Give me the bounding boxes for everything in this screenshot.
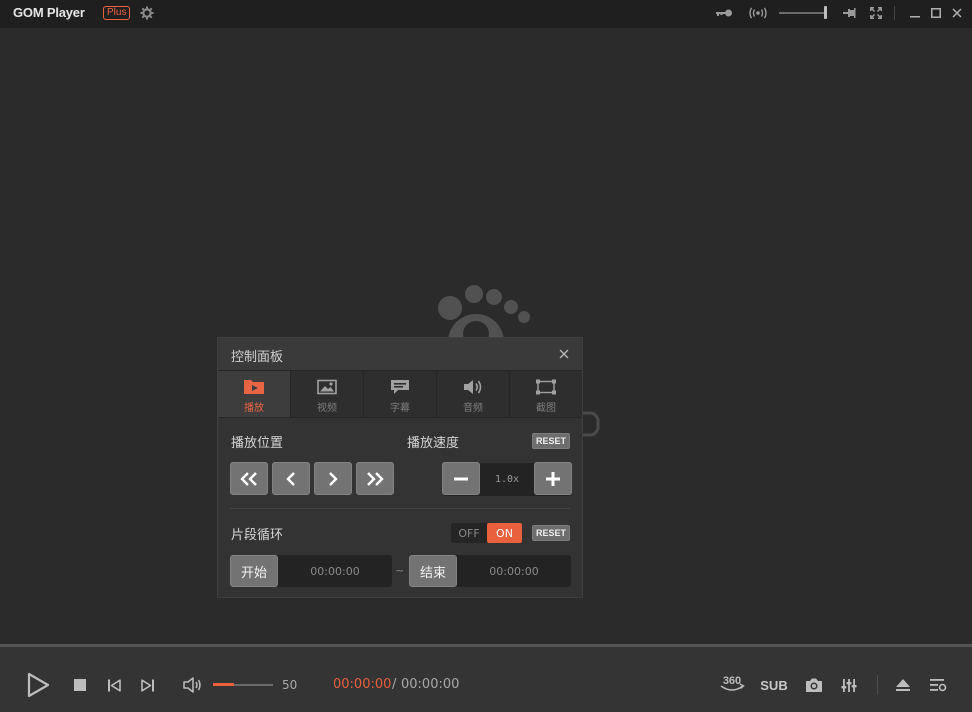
loop-end-button[interactable]: 结束 (409, 555, 457, 587)
segment-loop-label: 片段循环 (231, 528, 284, 543)
volume-value: 50 (282, 678, 298, 692)
loop-end-box: 结束 00:00:00 (409, 555, 571, 587)
play-icon (27, 672, 50, 698)
total-time: 00:00:00 (401, 677, 460, 692)
previous-button[interactable] (106, 677, 122, 693)
app-logo: GOM Player (13, 5, 85, 20)
image-tab-icon (317, 379, 337, 395)
equalizer-icon (841, 679, 857, 692)
eject-icon (896, 679, 910, 691)
loop-toggle[interactable]: OFF ON (451, 523, 522, 543)
titlebar-separator (894, 6, 895, 20)
speed-control: 1.0x (442, 462, 572, 496)
control-panel-title: 控制面板 (231, 350, 284, 365)
tab-label: 视频 (317, 403, 337, 414)
eject-button[interactable] (893, 675, 913, 695)
playlist-button[interactable] (927, 675, 949, 695)
current-time: 00:00:00 (333, 677, 392, 692)
plus-icon (546, 471, 560, 486)
playback-position-label: 播放位置 (231, 436, 284, 451)
forward-fast-button[interactable] (356, 462, 394, 495)
vr-360-button[interactable]: 360 (718, 671, 746, 697)
range-tilde: ~ (395, 564, 405, 577)
chevron-right-icon (329, 471, 338, 486)
pin-icon[interactable] (841, 5, 857, 21)
panel-divider (230, 508, 570, 509)
speed-decrease-button[interactable] (442, 462, 480, 495)
settings-gear-icon[interactable] (139, 5, 155, 21)
tab-label: 字幕 (390, 403, 410, 414)
control-panel-tabs: 播放 视频 字幕 音频 截图 (218, 370, 582, 418)
control-panel: 控制面板 播放 视频 字幕 音频 截图 播放位置 播放速度 RESET 1.0x… (217, 337, 583, 598)
control-panel-button[interactable] (839, 675, 859, 695)
tab-label: 音频 (463, 403, 483, 414)
loop-toggle-off[interactable]: OFF (451, 523, 487, 543)
capture-tab-icon (536, 379, 556, 395)
speaker-icon (183, 677, 201, 693)
tab-playback[interactable]: 播放 (218, 371, 291, 417)
volume-slider[interactable] (213, 683, 273, 686)
bottom-control-bar: 50 00:00:00 / 00:00:00 360 SUB (0, 644, 972, 712)
chevron-left-icon (286, 471, 295, 486)
minimize-icon[interactable] (907, 5, 923, 21)
loop-end-time: 00:00:00 (489, 564, 539, 578)
play-button[interactable] (24, 671, 52, 699)
speed-value: 1.0x (494, 474, 520, 485)
control-panel-header[interactable]: 控制面板 (218, 338, 582, 370)
playlist-icon (930, 679, 947, 692)
window-volume-slider-thumb[interactable] (824, 6, 827, 19)
fullscreen-icon[interactable] (868, 5, 884, 21)
subtitle-tab-icon (391, 380, 409, 394)
speed-reset-button[interactable]: RESET (532, 433, 570, 449)
tab-audio[interactable]: 音频 (437, 371, 510, 417)
loop-start-box: 开始 00:00:00 (230, 555, 392, 587)
stop-icon (74, 679, 86, 691)
gom-player-window: GOM Player Plus 控制面板 播放 视频 字幕 音频 截图 播放位置… (0, 0, 972, 712)
camera-icon (806, 678, 822, 692)
time-separator: / (392, 677, 397, 692)
tab-label: 截图 (536, 403, 556, 414)
loop-start-time: 00:00:00 (310, 564, 360, 578)
subtitle-label: SUB (760, 677, 788, 693)
mute-button[interactable] (182, 675, 204, 695)
skip-next-icon (141, 678, 154, 692)
double-chevron-right-icon (367, 471, 384, 486)
svg-text:360: 360 (723, 675, 741, 687)
broadcast-icon[interactable] (747, 5, 769, 21)
speed-increase-button[interactable] (534, 462, 572, 495)
double-chevron-left-icon (240, 471, 257, 486)
panel-close-button[interactable] (556, 346, 572, 362)
loop-start-button[interactable]: 开始 (230, 555, 278, 587)
loop-reset-button[interactable]: RESET (532, 525, 570, 541)
vr-360-icon: 360 (720, 675, 745, 691)
window-volume-slider[interactable] (779, 12, 826, 14)
tab-label: 播放 (244, 403, 264, 414)
tab-capture[interactable]: 截图 (510, 371, 582, 417)
rewind-fast-button[interactable] (230, 462, 268, 495)
close-icon[interactable] (949, 5, 965, 21)
screenshot-button[interactable] (804, 675, 824, 695)
tab-subtitle[interactable]: 字幕 (364, 371, 437, 417)
stop-button[interactable] (72, 677, 88, 693)
title-bar[interactable]: GOM Player Plus (0, 0, 972, 28)
next-button[interactable] (140, 677, 156, 693)
close-icon (559, 349, 569, 359)
maximize-icon[interactable] (928, 5, 944, 21)
plus-badge: Plus (103, 6, 131, 20)
speaker-tab-icon (464, 380, 482, 394)
volume-slider-fill (213, 683, 234, 686)
forward-button[interactable] (314, 462, 352, 495)
tab-video[interactable]: 视频 (291, 371, 364, 417)
subtitle-button[interactable]: SUB (758, 675, 790, 695)
loop-toggle-on[interactable]: ON (487, 523, 522, 543)
play-tab-icon (244, 380, 264, 394)
playback-speed-label: 播放速度 (407, 436, 460, 451)
bottombar-separator (877, 675, 878, 695)
skip-previous-icon (108, 678, 121, 692)
minus-icon (454, 477, 468, 480)
rewind-button[interactable] (272, 462, 310, 495)
key-icon[interactable] (714, 5, 734, 21)
